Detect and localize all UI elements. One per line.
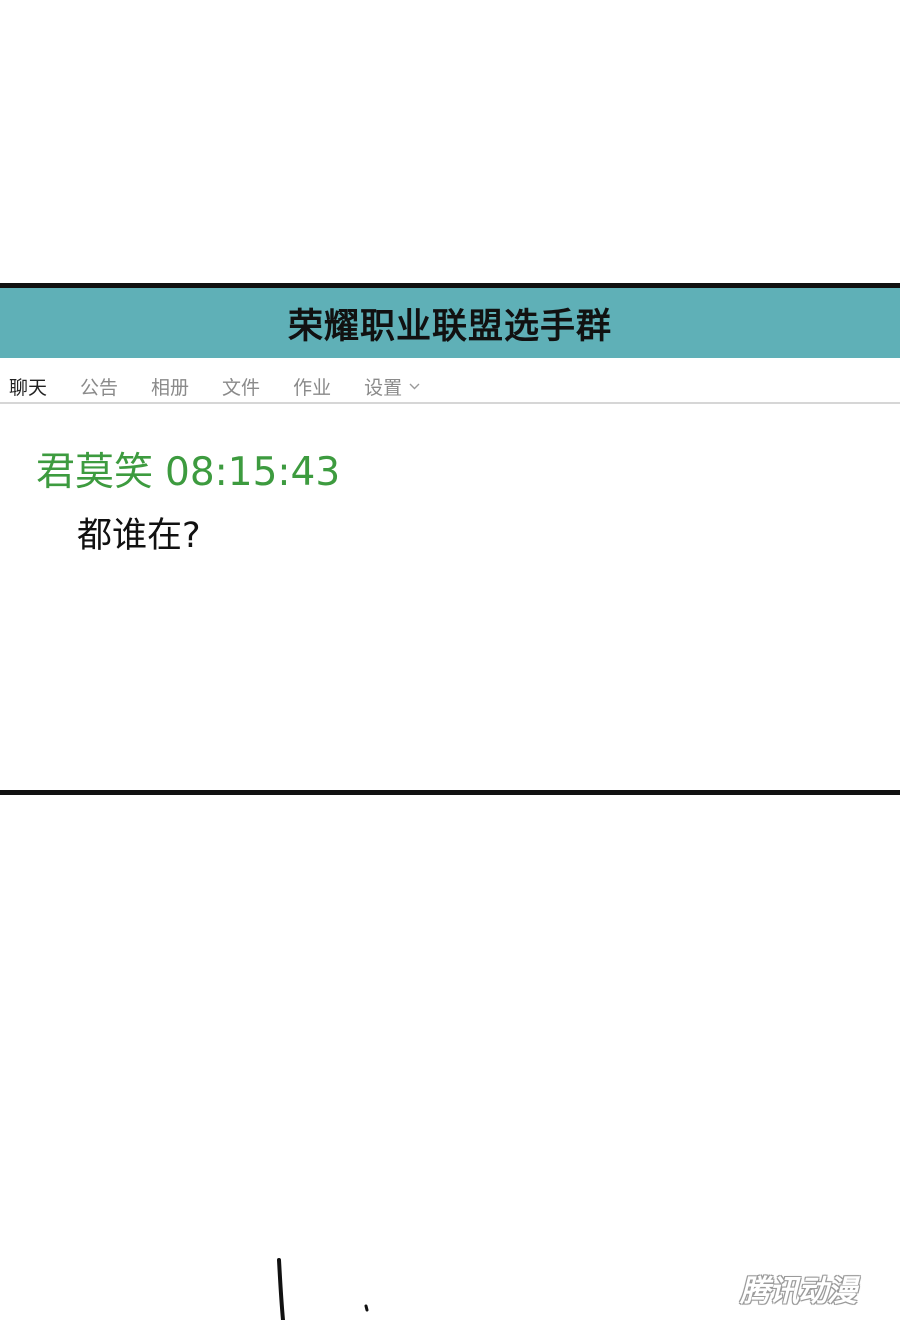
sender-name: 君莫笑	[36, 450, 154, 495]
message-header: 君莫笑 08:15:43	[36, 441, 352, 497]
message-text: 都谁在?	[77, 516, 201, 556]
ink-stroke-drawing	[277, 1258, 369, 1320]
tab-announcement-label: 公告	[80, 377, 119, 399]
tab-announcement[interactable]: 公告	[80, 373, 118, 402]
tab-bar: 聊天 公告 相册 文件 作业 设置	[0, 358, 900, 404]
message-time: 08:15:43	[165, 450, 341, 495]
tab-files[interactable]: 文件	[222, 373, 260, 402]
tab-settings[interactable]: 设置	[364, 373, 420, 402]
tab-homework[interactable]: 作业	[293, 373, 331, 402]
tab-chat-label: 聊天	[9, 377, 48, 399]
tab-homework-label: 作业	[293, 377, 332, 399]
tab-settings-label: 设置	[364, 377, 403, 399]
tab-files-label: 文件	[222, 377, 261, 399]
group-title: 荣耀职业联盟选手群	[287, 306, 612, 347]
title-bar: 荣耀职业联盟选手群	[0, 288, 900, 358]
group-chat-window: 荣耀职业联盟选手群 聊天 公告 相册 文件 作业 设置 君莫笑 08:15:43…	[0, 283, 900, 795]
tab-chat[interactable]: 聊天	[9, 373, 47, 402]
tab-album[interactable]: 相册	[151, 373, 189, 402]
tab-album-label: 相册	[151, 377, 190, 399]
watermark-logo: 腾讯动漫	[740, 1274, 857, 1309]
message-list: 君莫笑 08:15:43 都谁在?	[0, 404, 900, 784]
chevron-down-icon	[409, 379, 420, 393]
